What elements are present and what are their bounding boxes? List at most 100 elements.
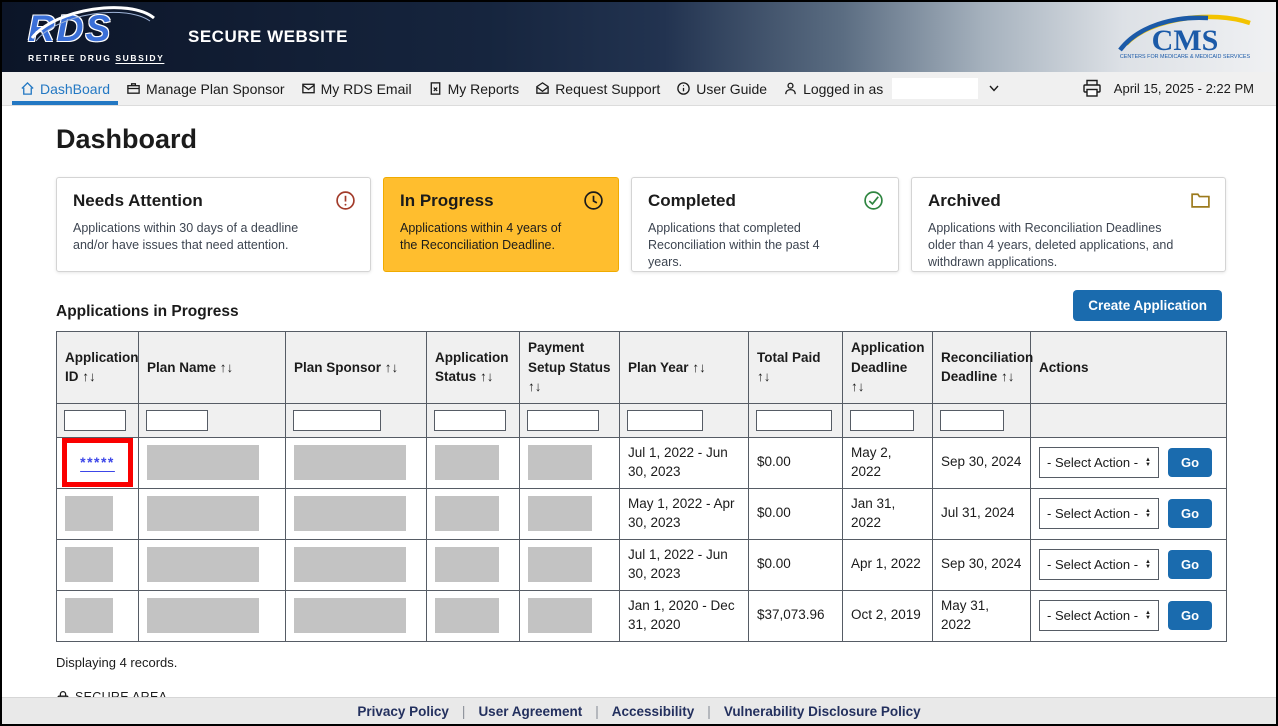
col-total-paid[interactable]: Total Paid ↑↓ bbox=[749, 332, 843, 404]
filter-input-application-status[interactable] bbox=[434, 410, 506, 431]
nav-label-manage-plan-sponsor: Manage Plan Sponsor bbox=[146, 81, 285, 97]
footer-link-accessibility[interactable]: Accessibility bbox=[612, 704, 695, 719]
sort-arrows-icon[interactable]: ↑↓ bbox=[528, 379, 542, 394]
filter-input-plan-sponsor[interactable] bbox=[293, 410, 381, 431]
go-button[interactable]: Go bbox=[1168, 448, 1212, 477]
col-application-id[interactable]: Application ID ↑↓ bbox=[57, 332, 139, 404]
plan-year-cell: Jan 1, 2020 - Dec 31, 2020 bbox=[620, 590, 749, 641]
reconciliation-deadline-cell: May 31, 2022 bbox=[933, 590, 1031, 641]
col-application-deadline[interactable]: Application Deadline ↑↓ bbox=[843, 332, 933, 404]
col-actions: Actions bbox=[1031, 332, 1227, 404]
cms-logo-icon: CMS CENTERS FOR MEDICARE & MEDICAID SERV… bbox=[1116, 14, 1254, 60]
print-icon[interactable] bbox=[1082, 79, 1102, 98]
reconciliation-deadline-cell: Sep 30, 2024 bbox=[933, 539, 1031, 590]
plan-sponsor-cell bbox=[286, 437, 427, 488]
filter-input-application-deadline[interactable] bbox=[850, 410, 914, 431]
reconciliation-deadline-cell: Sep 30, 2024 bbox=[933, 437, 1031, 488]
footer-link-privacy-policy[interactable]: Privacy Policy bbox=[357, 704, 449, 719]
sort-arrows-icon[interactable]: ↑↓ bbox=[220, 360, 234, 375]
footer-link-vulnerability-disclosure-policy[interactable]: Vulnerability Disclosure Policy bbox=[724, 704, 921, 719]
filter-input-plan-name[interactable] bbox=[146, 410, 208, 431]
create-application-button[interactable]: Create Application bbox=[1073, 290, 1222, 321]
redacted-payment-setup-status bbox=[528, 547, 592, 582]
application-id-link[interactable]: ***** bbox=[80, 453, 115, 473]
col-payment-setup-status[interactable]: Payment Setup Status ↑↓ bbox=[520, 332, 620, 404]
select-action-dropdown[interactable]: - Select Action - ▲▼ bbox=[1039, 600, 1159, 631]
nav-item-user-guide[interactable]: User Guide bbox=[668, 72, 775, 105]
nav-label-my-reports: My Reports bbox=[448, 81, 520, 97]
application-status-cell bbox=[427, 488, 520, 539]
filter-input-plan-year[interactable] bbox=[627, 410, 703, 431]
sort-arrows-icon[interactable]: ↑↓ bbox=[851, 379, 865, 394]
clock-icon bbox=[583, 190, 604, 216]
filter-input-payment-setup-status[interactable] bbox=[527, 410, 599, 431]
nav-item-dashboard[interactable]: DashBoard bbox=[12, 72, 118, 105]
go-button[interactable]: Go bbox=[1168, 601, 1212, 630]
rds-tagline-part1: RETIREE DRUG bbox=[28, 53, 115, 63]
go-button[interactable]: Go bbox=[1168, 550, 1212, 579]
actions-cell: - Select Action - ▲▼ Go bbox=[1031, 590, 1227, 641]
plan-sponsor-cell bbox=[286, 539, 427, 590]
payment-setup-status-cell bbox=[520, 590, 620, 641]
secure-area: SECURE AREA bbox=[56, 690, 1222, 697]
card-completed[interactable]: Completed Applications that completed Re… bbox=[631, 177, 899, 272]
application-id-cell bbox=[57, 590, 139, 641]
col-plan-sponsor[interactable]: Plan Sponsor ↑↓ bbox=[286, 332, 427, 404]
go-button[interactable]: Go bbox=[1168, 499, 1212, 528]
select-action-dropdown[interactable]: - Select Action - ▲▼ bbox=[1039, 447, 1159, 478]
user-icon bbox=[783, 81, 798, 96]
select-action-label: - Select Action - bbox=[1047, 454, 1138, 472]
card-in-progress[interactable]: In Progress Applications within 4 years … bbox=[383, 177, 619, 272]
application-status-cell bbox=[427, 539, 520, 590]
nav-item-my-rds-email[interactable]: My RDS Email bbox=[293, 72, 420, 105]
total-paid-cell: $37,073.96 bbox=[749, 590, 843, 641]
application-deadline-cell: Apr 1, 2022 bbox=[843, 539, 933, 590]
rds-tagline: RETIREE DRUG SUBSIDY bbox=[28, 53, 166, 63]
footer-separator: | bbox=[707, 704, 711, 719]
nav-item-logged-in-user[interactable]: Logged in as bbox=[775, 72, 1007, 105]
application-status-cell bbox=[427, 590, 520, 641]
table-header-row: Application ID ↑↓ Plan Name ↑↓ Plan Spon… bbox=[57, 332, 1227, 404]
application-status-cell bbox=[427, 437, 520, 488]
col-application-status[interactable]: Application Status ↑↓ bbox=[427, 332, 520, 404]
filter-input-reconciliation-deadline[interactable] bbox=[940, 410, 1004, 431]
redacted-application-status bbox=[435, 598, 499, 633]
card-completed-title: Completed bbox=[648, 191, 882, 211]
redacted-payment-setup-status bbox=[528, 445, 592, 480]
col-label: Total Paid bbox=[757, 350, 821, 365]
col-label: Plan Year bbox=[628, 360, 689, 375]
select-action-dropdown[interactable]: - Select Action - ▲▼ bbox=[1039, 549, 1159, 580]
card-needs-attention-description: Applications within 30 days of a deadlin… bbox=[73, 220, 354, 254]
select-action-dropdown[interactable]: - Select Action - ▲▼ bbox=[1039, 498, 1159, 529]
sort-arrows-icon[interactable]: ↑↓ bbox=[480, 369, 494, 384]
record-count: Displaying 4 records. bbox=[56, 655, 1222, 670]
filter-cell bbox=[57, 403, 139, 437]
sort-arrows-icon[interactable]: ↑↓ bbox=[82, 369, 96, 384]
nav-item-manage-plan-sponsor[interactable]: Manage Plan Sponsor bbox=[118, 72, 293, 105]
sort-arrows-icon[interactable]: ↑↓ bbox=[692, 360, 706, 375]
filter-input-total-paid[interactable] bbox=[756, 410, 832, 431]
card-needs-attention[interactable]: Needs Attention Applications within 30 d… bbox=[56, 177, 371, 272]
col-label: Application Deadline bbox=[851, 340, 925, 375]
sort-arrows-icon[interactable]: ↑↓ bbox=[1001, 369, 1015, 384]
col-plan-name[interactable]: Plan Name ↑↓ bbox=[139, 332, 286, 404]
sort-arrows-icon[interactable]: ↑↓ bbox=[385, 360, 399, 375]
actions-cell: - Select Action - ▲▼ Go bbox=[1031, 488, 1227, 539]
total-paid-cell: $0.00 bbox=[749, 539, 843, 590]
filter-cell bbox=[427, 403, 520, 437]
nav-item-my-reports[interactable]: My Reports bbox=[420, 72, 528, 105]
application-id-cell bbox=[57, 488, 139, 539]
sort-arrows-icon[interactable]: ↑↓ bbox=[757, 369, 771, 384]
card-archived[interactable]: Archived Applications with Reconciliatio… bbox=[911, 177, 1226, 272]
col-plan-year[interactable]: Plan Year ↑↓ bbox=[620, 332, 749, 404]
col-reconciliation-deadline[interactable]: Reconciliation Deadline ↑↓ bbox=[933, 332, 1031, 404]
chevron-down-icon bbox=[989, 85, 999, 92]
filter-cell bbox=[749, 403, 843, 437]
filter-cell bbox=[286, 403, 427, 437]
nav-item-request-support[interactable]: Request Support bbox=[527, 72, 668, 105]
footer-link-user-agreement[interactable]: User Agreement bbox=[478, 704, 582, 719]
rds-logo: RDS RETIREE DRUG SUBSIDY bbox=[28, 12, 166, 63]
filter-input-application-id[interactable] bbox=[64, 410, 126, 431]
logged-in-user-select[interactable] bbox=[892, 78, 978, 99]
actions-cell: - Select Action - ▲▼ Go bbox=[1031, 437, 1227, 488]
